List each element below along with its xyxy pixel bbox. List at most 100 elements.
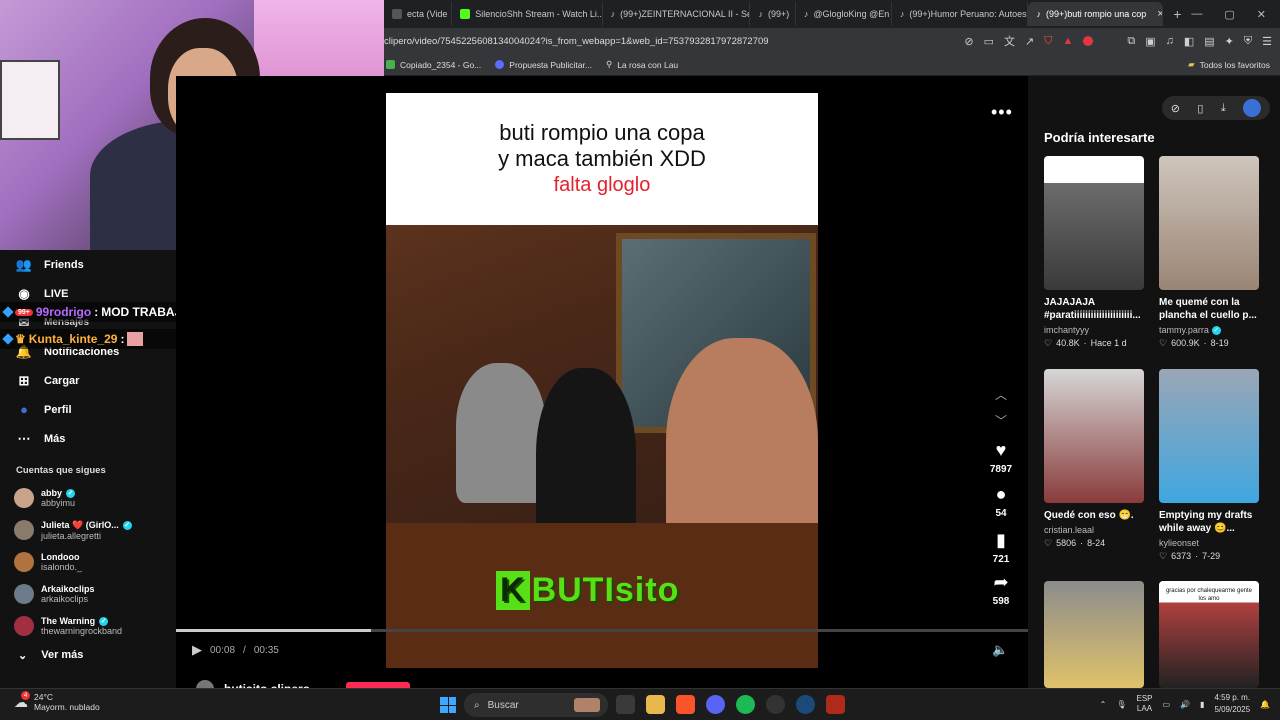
brave-rewards-icon[interactable]: ▲ — [1062, 35, 1073, 47]
folder-icon[interactable] — [646, 695, 665, 714]
file-explorer-icon[interactable] — [616, 695, 635, 714]
followed-account[interactable]: abby ✓ abbyimu — [0, 482, 176, 514]
nav-upload[interactable]: ⊞ Cargar — [0, 366, 176, 395]
next-video-button[interactable]: ﹀ — [993, 412, 1009, 429]
obs-icon[interactable] — [766, 695, 785, 714]
recommended-video[interactable]: Quedé con eso 😁. cristian.leaal ♡ 5806 · 8-… — [1044, 369, 1144, 549]
recommended-video[interactable]: Emptying my drafts while away 😊... kylie… — [1159, 369, 1259, 562]
followed-account[interactable]: The Warning ✓ thewarningrockband — [0, 610, 176, 642]
chevron-down-icon: ⌄ — [18, 649, 28, 662]
thumbnail-caption: gracias por chalequearme gente los amo — [1165, 588, 1253, 602]
heart-outline-icon: ♡ — [1159, 551, 1168, 561]
share-button[interactable]: ➦ 598 — [984, 572, 1018, 607]
video-progress-bar[interactable] — [176, 629, 1028, 632]
browser-tab[interactable]: ♪ (99+)Humor Peruano: Autoest — [892, 2, 1029, 26]
all-favorites[interactable]: ▰ Todos los favoritos — [1188, 59, 1280, 70]
screenshot-icon[interactable]: ▣ — [1145, 35, 1155, 48]
notification-bell-icon[interactable]: 🔔 — [1260, 700, 1270, 709]
compass-icon[interactable]: ⊘ — [1171, 102, 1180, 115]
avatar — [14, 488, 34, 508]
nav-more[interactable]: ⋯ Más — [0, 424, 176, 453]
discord-icon[interactable] — [706, 695, 725, 714]
browser-tab[interactable]: ♪ (99+)ZEINTERNACIONAL II - Se — [603, 2, 751, 26]
followed-account[interactable]: Arkaikoclips arkaikoclips — [0, 578, 176, 610]
no-tracking-icon[interactable]: ⊘ — [964, 35, 973, 48]
play-icon[interactable]: ▶ — [192, 642, 202, 658]
previous-video-button[interactable]: ︿ — [993, 386, 1009, 403]
url-field[interactable]: clipero/video/7545225608134004024?is_fro… — [384, 36, 964, 47]
tiktok-icon: ♪ — [610, 9, 616, 19]
weather-badge: 4 — [21, 690, 30, 700]
bookmark-item[interactable]: Propuesta Publicitar... — [495, 60, 592, 70]
nav-friends[interactable]: 👥 Friends — [0, 250, 176, 279]
recommended-video[interactable]: Me quemé con la plancha el cuello p... t… — [1159, 156, 1259, 349]
network-icon[interactable]: ▭ — [1163, 700, 1171, 709]
recommended-video[interactable] — [1044, 581, 1144, 688]
nav-profile[interactable]: ● Perfil — [0, 395, 176, 424]
browser-tab-active[interactable]: ♪ (99+)buti rompio una cop × — [1028, 2, 1164, 26]
menu-icon[interactable]: ☰ — [1262, 35, 1272, 48]
brave-icon[interactable] — [676, 695, 695, 714]
music-icon[interactable]: ♫ — [1166, 35, 1174, 47]
leo-ai-icon[interactable]: ✦ — [1225, 35, 1234, 48]
tiktok-icon: ♪ — [1036, 9, 1041, 19]
download-icon[interactable]: ⤓ — [1221, 102, 1226, 115]
battery-icon[interactable]: ▮ — [1200, 700, 1204, 709]
volume-icon[interactable]: 🔈 — [992, 642, 1008, 658]
cast-icon[interactable]: ▭ — [984, 35, 994, 48]
clock[interactable]: 4:59 p. m. 5/09/2025 — [1214, 692, 1250, 716]
brave-shield-icon[interactable]: ⛉ — [1044, 35, 1052, 48]
microphone-icon[interactable]: 🎙 — [1116, 700, 1126, 709]
bookmark-item[interactable]: ⚲ La rosa con Lau — [606, 59, 678, 70]
weather-widget[interactable]: ☁ 4 24°C Mayorm. nublado — [14, 690, 100, 712]
video-player[interactable]: buti rompio una copa y maca también XDD … — [386, 93, 818, 668]
comment-button[interactable]: ● 54 — [984, 484, 1018, 519]
video-watermark: K BUTIsito — [496, 571, 679, 610]
taskbar-search[interactable]: ⌕ Buscar — [464, 693, 608, 717]
translate-icon[interactable]: 文 — [1004, 33, 1015, 49]
recommended-video[interactable]: JAJAJAJA #paratiiiiiiiiiiiiiiiiiiiii... … — [1044, 156, 1144, 349]
pin-icon: ⚲ — [605, 59, 613, 69]
dota-icon[interactable] — [826, 695, 845, 714]
share-icon[interactable]: ↗ — [1025, 35, 1034, 48]
see-more-button[interactable]: ⌄ Ver más — [0, 642, 176, 668]
avatar — [14, 520, 34, 540]
cloud-icon: ☁ 4 — [14, 690, 30, 710]
recommended-video[interactable]: gracias por chalequearme gente los amo — [1159, 581, 1259, 688]
followed-account[interactable]: Londooo isalondo._ — [0, 546, 176, 578]
browser-tab[interactable]: ♪ (99+) — [750, 2, 796, 26]
avatar[interactable] — [1243, 99, 1262, 117]
system-tray: ⌃ 🎙 ESP LAA ▭ 🔊 ▮ 4:59 p. m. 5/09/2025 🔔 — [1100, 692, 1270, 716]
spotify-icon[interactable] — [736, 695, 755, 714]
sub-badge-icon — [2, 333, 14, 345]
upload-icon: ⊞ — [18, 372, 30, 388]
vpn-shield-icon[interactable]: ⛨ — [1244, 35, 1252, 48]
right-toolbar: ⊘ ▯ ⤓ — [1162, 96, 1270, 120]
like-button[interactable]: ♥ 7897 — [984, 440, 1018, 475]
phone-icon[interactable]: ▯ — [1197, 102, 1203, 115]
chevron-up-icon[interactable]: ⌃ — [1100, 700, 1107, 709]
browser-tab[interactable]: ecta (Vide — [384, 2, 453, 26]
verified-icon: ✓ — [1211, 325, 1221, 335]
browser-tab[interactable]: SilencioShh Stream - Watch Li... — [452, 2, 603, 26]
followed-account[interactable]: Julieta ❤️ (GirlO... ✓ julieta.allegretti — [0, 514, 176, 546]
language-indicator[interactable]: ESP LAA — [1136, 694, 1152, 714]
wallet-icon[interactable]: ▤ — [1204, 35, 1214, 48]
dot-separator: · — [1195, 551, 1199, 561]
maximize-button[interactable]: ▢ — [1224, 8, 1234, 21]
extensions-icon[interactable]: ⧉ — [1127, 35, 1135, 48]
speaker-icon[interactable]: 🔊 — [1180, 700, 1190, 709]
browser-tab[interactable]: ♪ @GlogloKing @En — [796, 2, 892, 26]
sidebar-toggle-icon[interactable]: ◧ — [1184, 35, 1194, 48]
steam-icon[interactable] — [796, 695, 815, 714]
save-button[interactable]: ▮ 721 — [984, 530, 1018, 565]
close-window-button[interactable]: ✕ — [1257, 8, 1266, 21]
new-tab-button[interactable]: + — [1163, 6, 1191, 22]
chat-separator: : — [120, 332, 125, 346]
video-person — [456, 363, 546, 503]
start-button[interactable] — [440, 697, 456, 713]
more-options-icon[interactable]: ••• — [991, 102, 1013, 123]
bookmark-item[interactable]: Copiado_2354 - Go... — [386, 60, 481, 70]
minimize-button[interactable]: — — [1191, 8, 1202, 21]
doc-icon — [495, 60, 505, 69]
